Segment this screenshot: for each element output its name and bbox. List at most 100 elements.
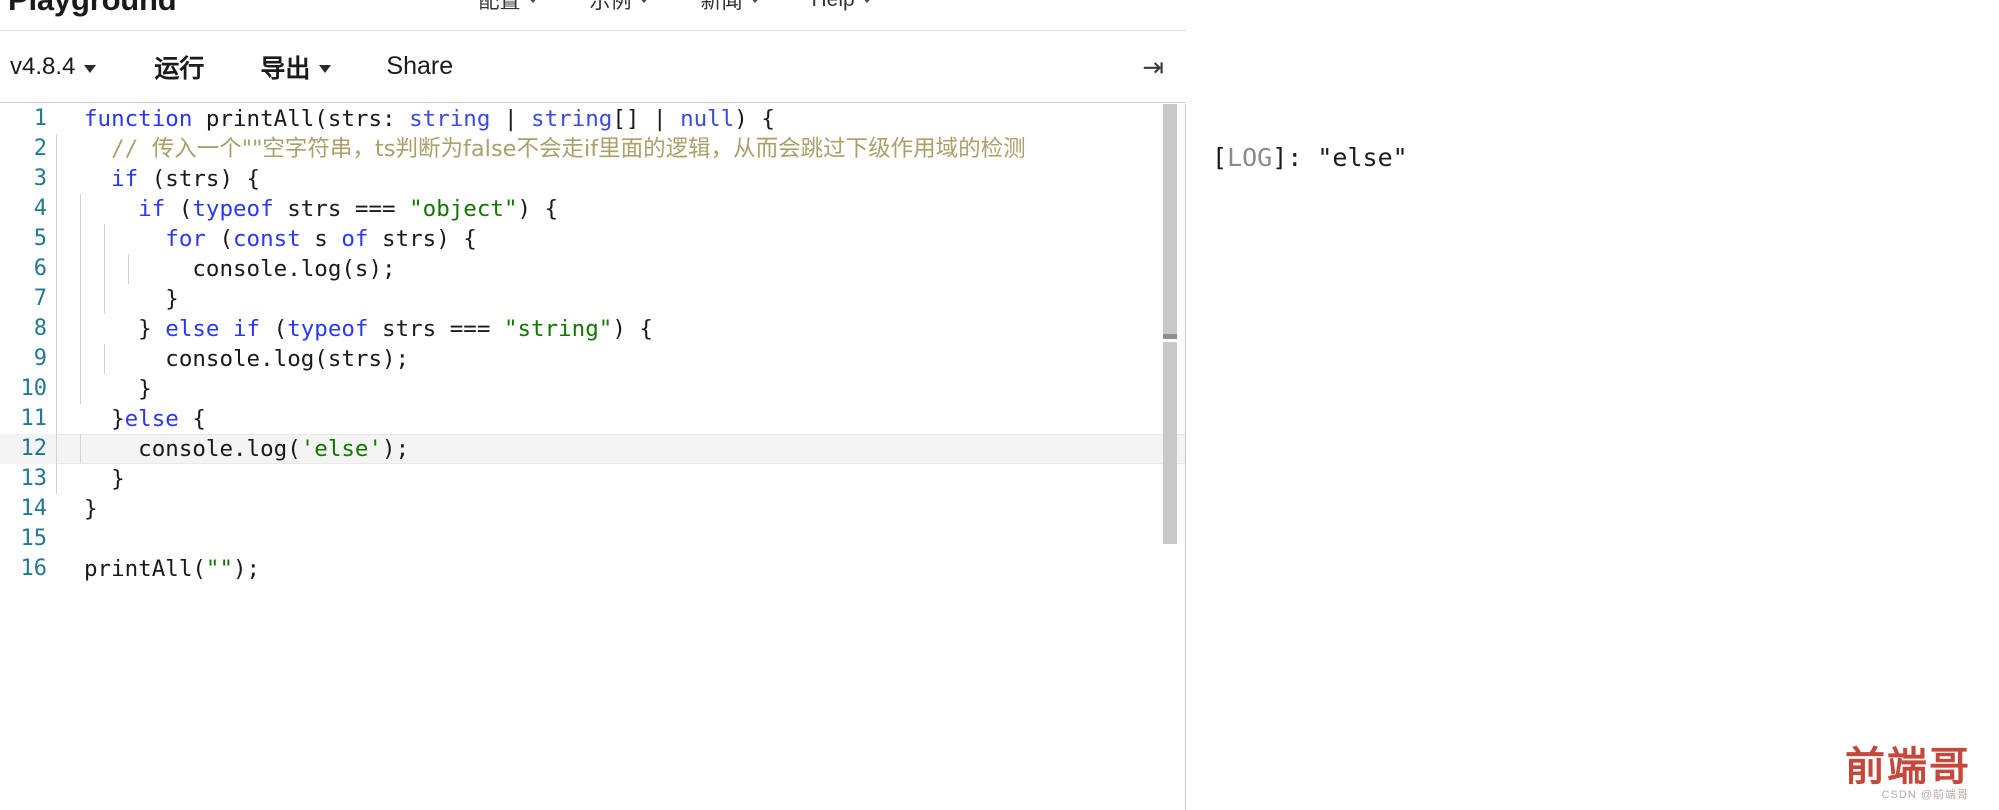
- collapse-sidebar-icon[interactable]: ⇥: [1142, 54, 1164, 80]
- code-token: (: [165, 196, 193, 222]
- code-token: strs ===: [368, 316, 504, 342]
- export-button[interactable]: 导出: [260, 49, 332, 85]
- code-line[interactable]: 2 // 传入一个""空字符串，ts判断为false不会走if里面的逻辑，从而会…: [0, 134, 1185, 164]
- code-token: function: [84, 106, 193, 132]
- line-number: 6: [33, 256, 47, 281]
- editor-scrollbar-thumb-top[interactable]: [1163, 104, 1177, 334]
- output-panel: [LOG]: "else" 前端哥 CSDN @前端哥: [1187, 0, 1999, 810]
- code-token: console.log(: [84, 436, 301, 462]
- code-line-content: }: [47, 284, 1185, 314]
- line-number: 11: [20, 406, 48, 431]
- code-token: typeof: [192, 196, 274, 222]
- nav-item-news[interactable]: 新闻: [701, 0, 760, 15]
- code-token: else: [124, 406, 179, 432]
- code-token: else: [165, 316, 220, 342]
- code-line-content: } else if (typeof strs === "string") {: [47, 314, 1185, 344]
- indent-guide: [80, 224, 81, 254]
- code-token: null: [680, 106, 735, 132]
- line-number: 5: [33, 226, 47, 251]
- playground-app: Playground 配置 示例 新闻 Help v4.8.4: [0, 0, 1999, 810]
- code-line[interactable]: 8 } else if (typeof strs === "string") {: [0, 314, 1185, 344]
- code-line[interactable]: 7 }: [0, 284, 1185, 314]
- line-number: 12: [20, 436, 48, 461]
- chevron-down-icon: [527, 0, 538, 3]
- indent-guide: [80, 374, 81, 404]
- indent-guide: [104, 224, 105, 254]
- code-line-content: }: [47, 494, 1185, 524]
- indent-guide: [56, 194, 57, 224]
- run-button-label: 运行: [154, 54, 205, 83]
- log-entry: [LOG]: "else": [1212, 143, 1408, 172]
- editor-scrollbar-thumb-bottom[interactable]: [1163, 342, 1177, 544]
- nav-item-examples[interactable]: 示例: [590, 0, 649, 15]
- site-brand-playground[interactable]: Playground: [8, 0, 177, 18]
- code-line[interactable]: 16 printAll("");: [0, 554, 1185, 584]
- code-token: printAll(: [84, 556, 206, 582]
- run-button[interactable]: 运行: [154, 49, 204, 85]
- code-token: of: [341, 226, 369, 252]
- share-button-label: Share: [386, 52, 454, 80]
- code-line-content: for (const s of strs) {: [47, 224, 1185, 254]
- code-line[interactable]: 9 console.log(strs);: [0, 344, 1185, 374]
- nav-item-config[interactable]: 配置: [479, 0, 538, 15]
- code-line-content: printAll("");: [47, 554, 1185, 584]
- code-line[interactable]: 6 console.log(s);: [0, 254, 1185, 284]
- code-line-content: console.log('else');: [47, 434, 1185, 464]
- code-line[interactable]: 13 }: [0, 464, 1185, 494]
- version-label: v4.8.4: [10, 52, 76, 80]
- editor-scrollbar[interactable]: [1163, 104, 1177, 810]
- line-number: 8: [33, 316, 47, 341]
- nav-item-config-label: 配置: [478, 0, 521, 13]
- indent-guide: [104, 344, 105, 374]
- nav-item-help[interactable]: Help: [812, 0, 872, 12]
- chevron-down-icon: [638, 0, 649, 3]
- line-number: 4: [33, 196, 47, 221]
- code-line-content: }else {: [47, 404, 1185, 434]
- code-token: [] |: [612, 106, 681, 132]
- code-line[interactable]: 1 function printAll(strs: string | string…: [0, 104, 1185, 134]
- code-line-content: }: [47, 374, 1185, 404]
- code-line[interactable]: 15: [0, 524, 1185, 554]
- indent-guide: [56, 344, 57, 374]
- code-token: if: [111, 166, 139, 192]
- log-value: "else": [1317, 143, 1408, 172]
- line-number: 13: [20, 466, 48, 491]
- share-button[interactable]: Share: [386, 52, 453, 81]
- line-number: 14: [20, 496, 48, 521]
- code-lines-container[interactable]: 1 function printAll(strs: string | string…: [0, 104, 1185, 810]
- nav-menu: 配置 示例 新闻 Help: [479, 0, 872, 15]
- line-number: 3: [33, 166, 47, 191]
- indent-guide: [56, 134, 57, 164]
- code-token: |: [490, 106, 532, 132]
- code-line[interactable]: 14}: [0, 494, 1185, 524]
- line-number: 9: [33, 346, 47, 371]
- code-line[interactable]: 12 console.log('else');: [0, 434, 1185, 464]
- indent-guide: [80, 344, 81, 374]
- log-bracket-close: ]:: [1272, 143, 1318, 172]
- watermark-subtext: CSDN @前端哥: [1881, 789, 1969, 801]
- editor-scrollbar-marker: [1163, 334, 1177, 339]
- code-token: (strs) {: [138, 166, 261, 192]
- code-line-content: // 传入一个""空字符串，ts判断为false不会走if里面的逻辑，从而会跳过…: [47, 134, 1185, 164]
- code-token: strs) {: [368, 226, 477, 252]
- code-line[interactable]: 10 }: [0, 374, 1185, 404]
- code-line-content: [47, 524, 1185, 554]
- code-line[interactable]: 4 if (typeof strs === "object") {: [0, 194, 1185, 224]
- indent-guide: [104, 284, 105, 314]
- code-token: for: [165, 226, 206, 252]
- code-editor[interactable]: 1 function printAll(strs: string | string…: [0, 104, 1186, 810]
- code-token: printAll(strs:: [192, 106, 410, 132]
- code-token: string: [409, 106, 491, 132]
- code-line-content: console.log(s);: [47, 254, 1185, 284]
- line-number: 1: [33, 106, 47, 131]
- indent-guide: [80, 254, 81, 284]
- version-selector[interactable]: v4.8.4: [10, 52, 97, 81]
- code-line[interactable]: 5 for (const s of strs) {: [0, 224, 1185, 254]
- code-line[interactable]: 3 if (strs) {: [0, 164, 1185, 194]
- code-token: }: [84, 376, 152, 402]
- code-token: 'else': [300, 436, 383, 462]
- code-line[interactable]: 11 }else {: [0, 404, 1185, 434]
- chevron-down-icon: [319, 64, 332, 73]
